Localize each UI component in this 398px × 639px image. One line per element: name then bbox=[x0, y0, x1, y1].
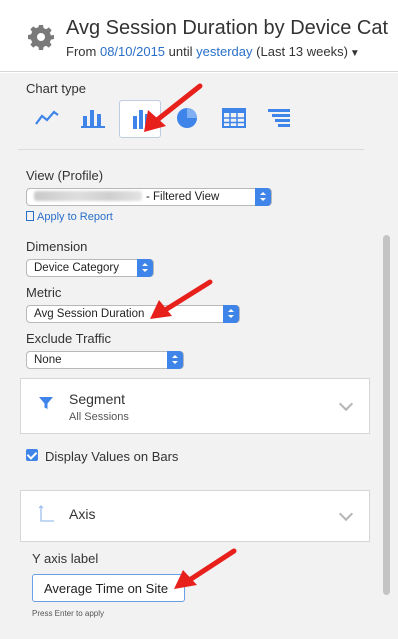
redacted-account-name bbox=[34, 191, 142, 201]
display-values-label: Display Values on Bars bbox=[45, 449, 179, 464]
chart-type-funnel[interactable] bbox=[258, 100, 300, 138]
chart-type-label: Chart type bbox=[26, 81, 86, 96]
select-arrows-icon bbox=[167, 351, 183, 369]
range-note: (Last 13 weeks) bbox=[256, 44, 348, 59]
line-chart-icon bbox=[35, 110, 59, 125]
chevron-down-icon[interactable] bbox=[338, 396, 354, 412]
dimension-label: Dimension bbox=[26, 239, 88, 254]
caret-down-icon[interactable]: ▼ bbox=[350, 48, 360, 59]
y-axis-label-caption: Y axis label bbox=[32, 551, 99, 566]
annotation-arrow-icon bbox=[150, 279, 213, 319]
from-date-link[interactable]: 08/10/2015 bbox=[100, 44, 165, 59]
apply-to-report-link[interactable]: Apply to Report bbox=[26, 211, 113, 223]
until-label: until bbox=[168, 44, 193, 59]
display-values-checkbox[interactable] bbox=[26, 449, 38, 461]
annotation-arrow-icon bbox=[144, 83, 203, 132]
metric-label: Metric bbox=[26, 285, 62, 300]
exclude-traffic-value: None bbox=[34, 354, 62, 366]
axis-card[interactable]: Axis bbox=[20, 490, 370, 542]
exclude-traffic-select[interactable]: None bbox=[26, 351, 184, 369]
gear-icon[interactable] bbox=[28, 24, 54, 50]
metric-value: Avg Session Duration bbox=[34, 308, 145, 320]
divider bbox=[18, 149, 364, 150]
funnel-icon bbox=[268, 109, 290, 127]
chart-type-table[interactable] bbox=[213, 100, 255, 138]
axis-icon bbox=[39, 505, 54, 522]
dimension-select[interactable]: Device Category bbox=[26, 259, 154, 277]
segment-subtitle: All Sessions bbox=[69, 411, 129, 423]
press-enter-hint: Press Enter to apply bbox=[32, 609, 105, 618]
axis-title: Axis bbox=[69, 506, 96, 522]
segment-title: Segment bbox=[69, 391, 126, 407]
chart-type-line[interactable] bbox=[26, 100, 68, 138]
from-label: From bbox=[66, 44, 97, 59]
y-axis-label-input[interactable] bbox=[32, 574, 185, 602]
exclude-traffic-label: Exclude Traffic bbox=[26, 331, 112, 346]
view-profile-select[interactable]: - Filtered View bbox=[26, 188, 272, 206]
segment-card[interactable]: Segment All Sessions bbox=[20, 378, 370, 434]
date-range[interactable]: From 08/10/2015 until yesterday (Last 13… bbox=[66, 44, 360, 59]
apply-to-report-text: Apply to Report bbox=[37, 211, 113, 223]
select-arrows-icon bbox=[137, 259, 153, 277]
report-header: Avg Session Duration by Device Cat From … bbox=[0, 0, 398, 72]
view-profile-value: - Filtered View bbox=[146, 191, 220, 203]
dimension-value: Device Category bbox=[34, 262, 120, 274]
view-profile-label: View (Profile) bbox=[26, 168, 104, 183]
filter-icon bbox=[39, 397, 53, 409]
bar-chart-icon bbox=[81, 110, 105, 128]
chevron-down-icon[interactable] bbox=[338, 506, 354, 522]
select-arrows-icon bbox=[223, 305, 239, 323]
document-icon bbox=[26, 211, 34, 221]
scrollbar[interactable] bbox=[383, 235, 390, 595]
annotation-arrow-icon bbox=[174, 548, 237, 589]
select-arrows-icon bbox=[255, 188, 271, 206]
until-date-link[interactable]: yesterday bbox=[196, 44, 252, 59]
table-icon bbox=[222, 108, 246, 128]
chart-type-bar[interactable] bbox=[72, 100, 114, 138]
report-title: Avg Session Duration by Device Cat bbox=[66, 17, 389, 39]
